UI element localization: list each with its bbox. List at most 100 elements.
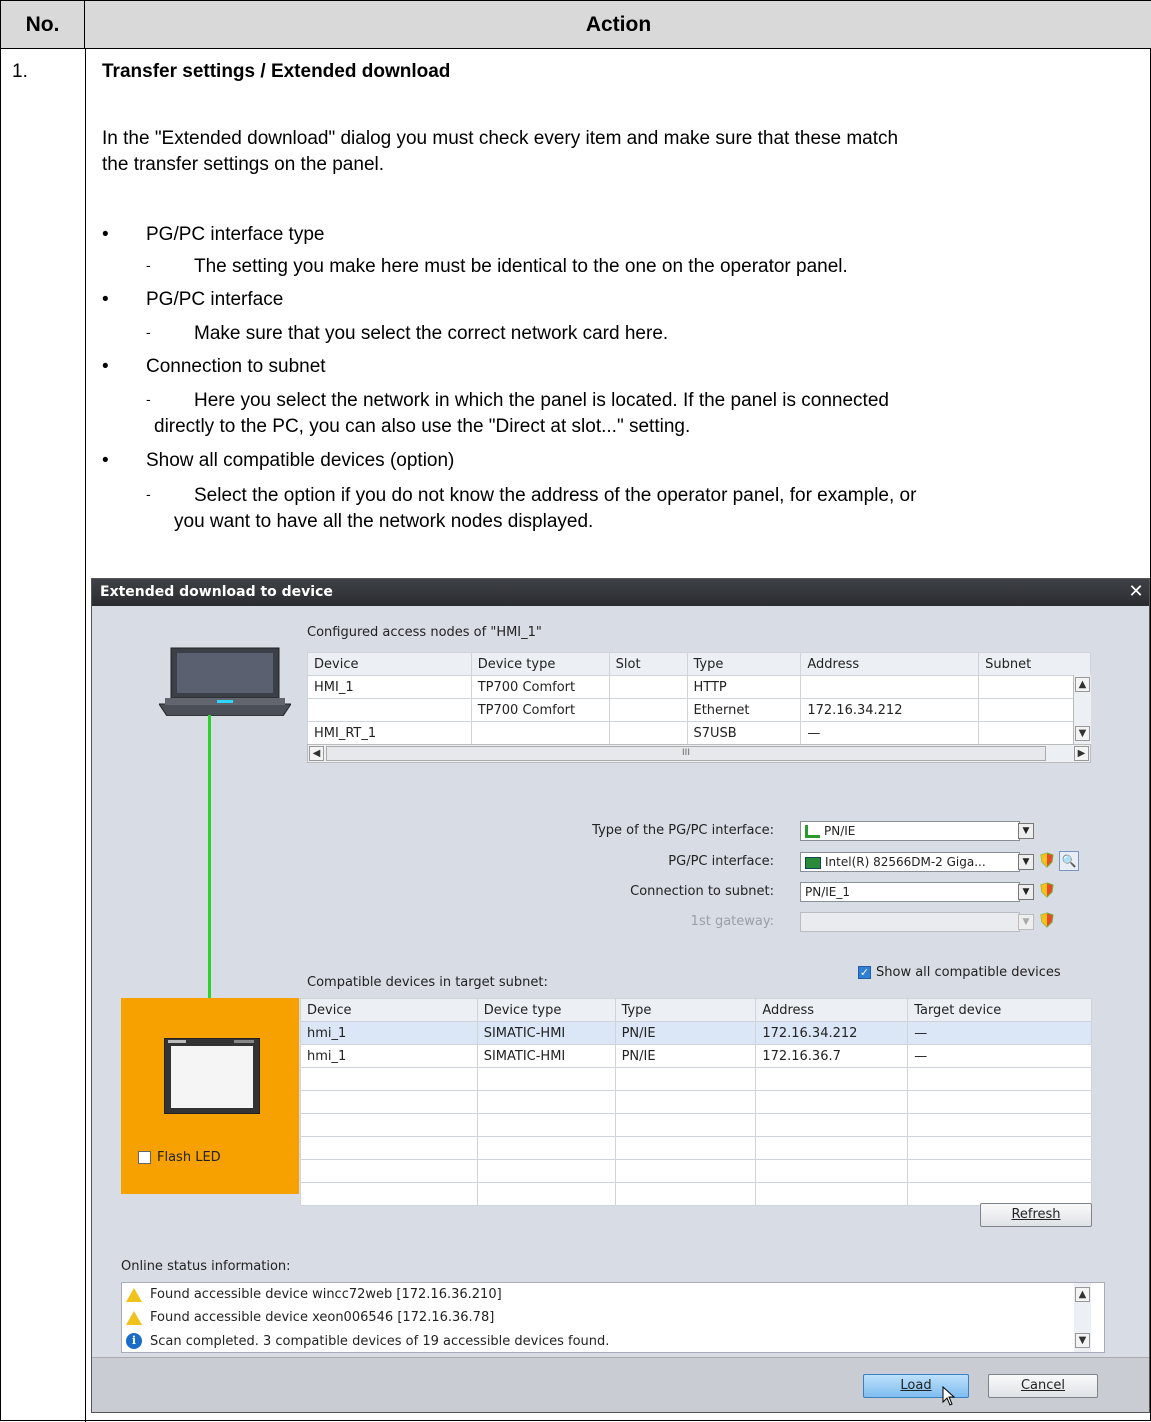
column-header[interactable]: Type [614, 998, 757, 1022]
table-row[interactable] [300, 1067, 1092, 1091]
cell: SIMATIC-HMI [476, 1021, 616, 1045]
close-icon[interactable]: ✕ [1125, 581, 1147, 603]
cancel-label: Cancel [1020, 1378, 1066, 1393]
subnet-select[interactable]: PN/IE_1 [800, 882, 1020, 902]
shield-icon [1040, 882, 1054, 898]
network-card-icon [805, 856, 821, 869]
step-title: Transfer settings / Extended download [102, 61, 451, 82]
cell: 172.16.34.212 [755, 1021, 909, 1045]
cell: 172.16.36.7 [755, 1044, 909, 1068]
intro-paragraph: In the "Extended download" dialog you mu… [102, 126, 1132, 178]
intro-line: In the "Extended download" dialog you mu… [102, 128, 899, 149]
column-header[interactable]: Target device [907, 998, 1092, 1022]
bullet-marker: • [102, 356, 109, 377]
column-header[interactable]: Device type [470, 652, 610, 676]
column-header[interactable]: Subnet [978, 652, 1091, 676]
column-header[interactable]: Address [755, 998, 909, 1022]
interface-value: Intel(R) 82566DM-2 Giga... [825, 855, 986, 869]
scroll-thumb[interactable]: III [326, 746, 1046, 761]
list-item: i Scan completed. 3 compatible devices o… [126, 1333, 609, 1349]
interface-type-select[interactable]: PN/IE [800, 821, 1020, 841]
chevron-down-icon: ▼ [1018, 914, 1034, 930]
bullet-marker: • [102, 289, 109, 310]
cell [614, 1113, 757, 1137]
hmi-panel-icon [164, 1038, 260, 1114]
column-header[interactable]: Device type [476, 998, 616, 1022]
cell: hmi_1 [300, 1021, 478, 1045]
cell: — [800, 721, 980, 745]
scroll-up-icon[interactable]: ▲ [1075, 677, 1090, 692]
column-header[interactable]: Type [686, 652, 802, 676]
cell [300, 1090, 478, 1114]
interface-select[interactable]: Intel(R) 82566DM-2 Giga... [800, 852, 1020, 872]
vertical-scrollbar[interactable]: ▲ ▼ [1073, 675, 1091, 744]
cell [614, 1090, 757, 1114]
gateway-label: 1st gateway: [690, 914, 774, 929]
table-row[interactable] [300, 1136, 1092, 1160]
cell [476, 1159, 616, 1183]
table-row[interactable] [300, 1159, 1092, 1183]
table-row[interactable] [300, 1182, 1092, 1206]
cell: 172.16.34.212 [800, 698, 980, 722]
chevron-down-icon[interactable]: ▼ [1018, 854, 1034, 870]
extended-download-dialog: Extended download to device ✕ Flash LED … [91, 578, 1150, 1413]
column-header[interactable]: Device [300, 998, 478, 1022]
table-row[interactable] [300, 1113, 1092, 1137]
flash-led-option[interactable]: Flash LED [138, 1150, 221, 1165]
chevron-down-icon[interactable]: ▼ [1018, 884, 1034, 900]
cell [476, 1182, 616, 1206]
network-icon [805, 825, 820, 838]
table-row[interactable]: HMI_RT_1 S7USB — [307, 721, 1091, 745]
dash-marker: - [146, 324, 151, 340]
detail-text: Here you select the network in which the… [194, 390, 889, 411]
compatible-devices-table: Device Device type Type Address Target d… [300, 998, 1092, 1206]
shield-icon [1040, 852, 1054, 868]
horizontal-scrollbar[interactable]: ◀ III ▶ [307, 744, 1091, 763]
laptop-icon [159, 647, 291, 716]
table-row[interactable]: hmi_1 SIMATIC-HMI PN/IE 172.16.36.7 — [300, 1044, 1092, 1068]
cell: TP700 Comfort [470, 675, 610, 699]
cell [800, 675, 980, 699]
cell [755, 1136, 909, 1160]
cancel-button[interactable]: Cancel [988, 1374, 1098, 1398]
detail-text: you want to have all the network nodes d… [174, 511, 594, 532]
table-row[interactable]: TP700 Comfort Ethernet 172.16.34.212 [307, 698, 1091, 722]
cell [476, 1113, 616, 1137]
gateway-select [800, 912, 1020, 932]
cell [470, 721, 610, 745]
detail-text: Make sure that you select the correct ne… [194, 323, 669, 344]
flash-led-checkbox[interactable] [138, 1151, 151, 1164]
subnet-value: PN/IE_1 [805, 885, 851, 899]
status-scrollbar[interactable]: ▲ ▼ [1074, 1283, 1091, 1352]
cell: HMI_1 [307, 675, 472, 699]
scroll-left-icon[interactable]: ◀ [309, 746, 324, 761]
cell [907, 1113, 1092, 1137]
online-status-list: Found accessible device wincc72web [172.… [121, 1282, 1105, 1353]
scroll-up-icon[interactable]: ▲ [1075, 1287, 1090, 1302]
scroll-down-icon[interactable]: ▼ [1075, 1333, 1090, 1348]
cell [608, 698, 688, 722]
cell: S7USB [686, 721, 802, 745]
show-all-checkbox[interactable]: ✓ [858, 966, 871, 979]
table-row[interactable]: HMI_1 TP700 Comfort HTTP [307, 675, 1091, 699]
cell: PN/IE [614, 1021, 757, 1045]
header-action: Action [585, 12, 652, 36]
cell [755, 1067, 909, 1091]
column-header[interactable]: Slot [608, 652, 688, 676]
cell [614, 1159, 757, 1183]
refresh-label: Refresh [1011, 1207, 1061, 1222]
search-icon[interactable]: 🔍 [1059, 851, 1079, 871]
scroll-down-icon[interactable]: ▼ [1075, 726, 1090, 741]
warning-icon [126, 1310, 142, 1325]
show-all-option[interactable]: ✓ Show all compatible devices [858, 965, 1061, 980]
refresh-button[interactable]: Refresh [980, 1203, 1092, 1227]
scroll-right-icon[interactable]: ▶ [1074, 746, 1089, 761]
cell [476, 1090, 616, 1114]
table-row[interactable]: hmi_1 SIMATIC-HMI PN/IE 172.16.34.212 — [300, 1021, 1092, 1045]
table-row[interactable] [300, 1090, 1092, 1114]
column-header[interactable]: Address [800, 652, 980, 676]
connection-line [208, 715, 211, 1029]
chevron-down-icon[interactable]: ▼ [1018, 823, 1034, 839]
column-header[interactable]: Device [307, 652, 472, 676]
cell: SIMATIC-HMI [476, 1044, 616, 1068]
